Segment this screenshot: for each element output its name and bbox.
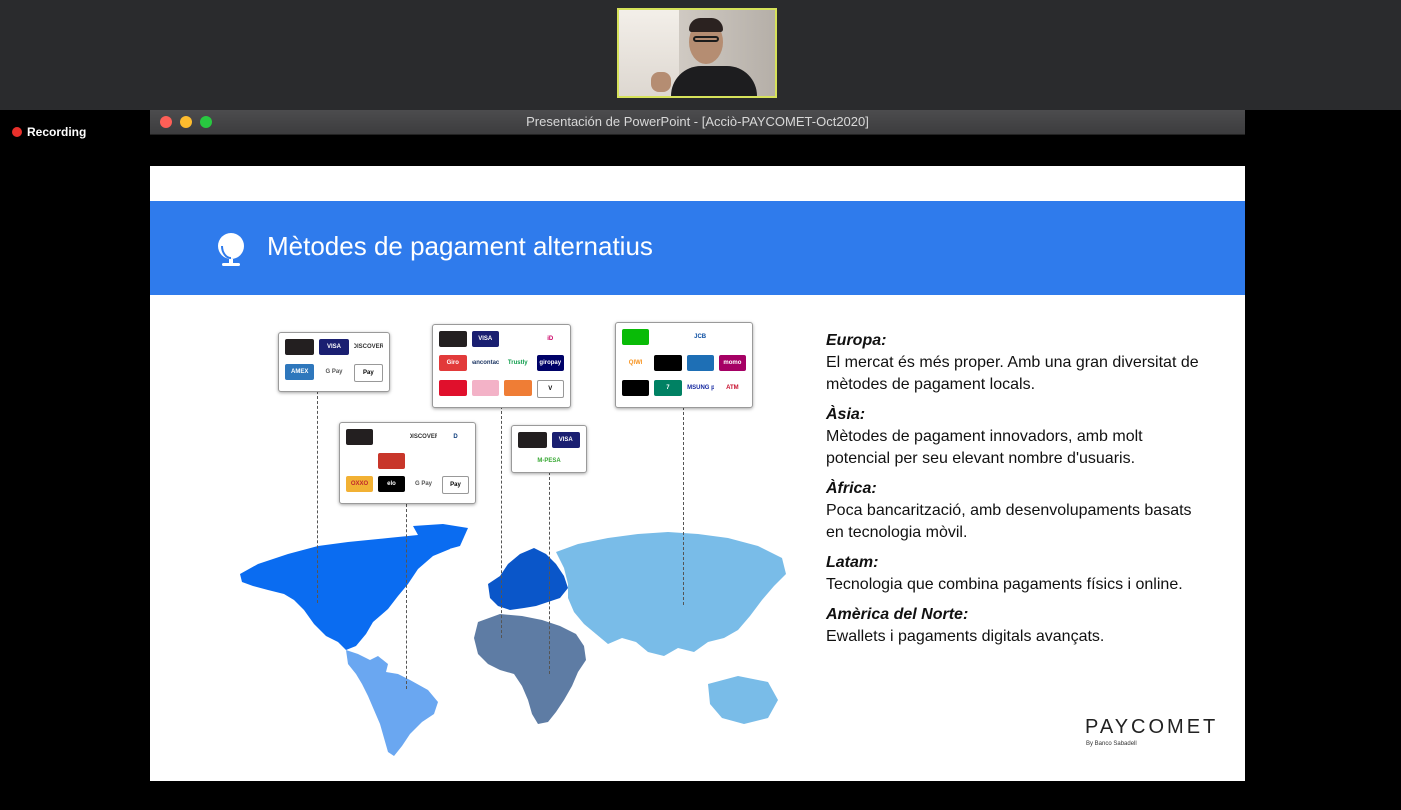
payment-card-latam: DISCOVER D OXXO elo G Pay Pay	[339, 422, 476, 504]
window-title: Presentación de PowerPoint - [Acciò-PAYC…	[526, 114, 869, 129]
zcoin-logo	[654, 354, 682, 371]
smile-pay-logo	[504, 379, 532, 396]
region-descriptions: Europa: El mercat és més proper. Amb una…	[826, 330, 1206, 656]
atm-logo: ATM	[718, 380, 746, 397]
north-america-region	[240, 524, 468, 650]
visa-logo: VISA	[471, 331, 499, 347]
region-north-america: Amèrica del Norte: Ewallets i pagaments …	[826, 606, 1105, 645]
region-asia: Àsia: Mètodes de pagament innovadors, am…	[826, 406, 1143, 467]
hipercard-logo	[378, 452, 405, 469]
dankort-logo	[439, 379, 467, 396]
visa-logo: VISA	[319, 339, 349, 355]
unionpay-logo	[718, 329, 746, 345]
latam-connector	[406, 504, 407, 689]
participant-video[interactable]	[617, 8, 777, 98]
latin-america-region	[346, 650, 438, 756]
wechat-pay-logo	[622, 329, 650, 345]
klarna-logo	[471, 379, 499, 396]
giro-logo: Giro	[439, 355, 467, 372]
north-america-connector	[317, 391, 318, 603]
oxxo-logo: OXXO	[346, 476, 373, 493]
bancontact-logo: bancontact	[471, 355, 499, 372]
globe-icon	[218, 233, 244, 266]
slide: Mètodes de pagament alternatius VISA DIS…	[150, 166, 1245, 781]
boleto-logo	[346, 452, 373, 469]
recording-indicator: Recording	[12, 125, 86, 139]
meeting-top-bar	[0, 0, 1401, 110]
payment-card-europe: VISA iD Giro bancontact Trustly giropay …	[432, 324, 571, 408]
paycomet-logo-subtitle: By Banco Sabadell	[1086, 741, 1137, 747]
europe-region	[488, 548, 568, 610]
kakao-logo	[622, 380, 650, 397]
mastercard-logo	[346, 429, 373, 445]
apple-pay-logo: Pay	[353, 363, 383, 382]
region-africa: Àfrica: Poca bancarització, amb desenvol…	[826, 480, 1192, 541]
discover-logo: DISCOVER	[353, 339, 383, 355]
apple-pay-logo: Pay	[442, 476, 469, 495]
powerpoint-window: Presentación de PowerPoint - [Acciò-PAYC…	[150, 110, 1245, 810]
region-latam: Latam: Tecnologia que combina pagaments …	[826, 554, 1183, 593]
ideal-logo: iD	[536, 331, 564, 347]
visa-logo: VISA	[551, 432, 580, 448]
discover-logo: DISCOVER	[410, 429, 437, 445]
paycomet-logo: PAYCOMET	[1085, 716, 1219, 738]
maestro-logo	[378, 429, 405, 445]
mpesa-logo: M-PESA	[518, 453, 580, 469]
diners-logo: D	[442, 429, 469, 445]
payment-card-africa: VISA M-PESA	[511, 425, 587, 473]
asia-connector	[683, 407, 684, 605]
giropay-logo: giropay	[536, 355, 564, 372]
trustly-logo: Trustly	[504, 355, 532, 372]
region-europa: Europa: El mercat és més proper. Amb una…	[826, 332, 1199, 393]
asia-region	[556, 532, 786, 724]
alipay-logo	[654, 329, 682, 345]
europe-connector	[501, 406, 502, 638]
momo-logo: momo	[718, 354, 746, 371]
google-pay-logo: G Pay	[410, 476, 437, 493]
jcb-logo: JCB	[686, 329, 714, 345]
recording-dot-icon	[12, 127, 22, 137]
seven-eleven-logo: 7	[654, 380, 682, 397]
africa-region	[474, 614, 586, 724]
sofort-logo	[504, 331, 532, 347]
window-titlebar[interactable]: Presentación de PowerPoint - [Acciò-PAYC…	[150, 110, 1245, 135]
qiwi-logo: QIWI	[622, 354, 650, 371]
v-pay-logo: V	[536, 379, 564, 398]
mastercard-logo	[439, 331, 467, 347]
slide-title: Mètodes de pagament alternatius	[267, 231, 653, 261]
payment-card-north-america: VISA DISCOVER AMEX G Pay Pay	[278, 332, 390, 392]
wallet-logo	[442, 452, 469, 469]
slide-banner: Mètodes de pagament alternatius	[150, 201, 1245, 295]
recording-label: Recording	[27, 125, 87, 139]
mastercard-logo	[285, 339, 315, 355]
google-pay-logo: G Pay	[319, 363, 349, 380]
samsung-pay-logo: SAMSUNG pay	[686, 380, 714, 397]
world-map	[240, 524, 786, 756]
ewallet-logo	[686, 354, 714, 371]
payment-card-asia: JCB QIWI momo 7 SAMSUNG pay ATM	[615, 322, 753, 408]
elo-logo: elo	[378, 476, 405, 493]
amex-logo: AMEX	[285, 363, 315, 380]
mastercard-logo	[518, 432, 547, 448]
bank-logo	[410, 452, 437, 469]
africa-connector	[549, 472, 550, 674]
